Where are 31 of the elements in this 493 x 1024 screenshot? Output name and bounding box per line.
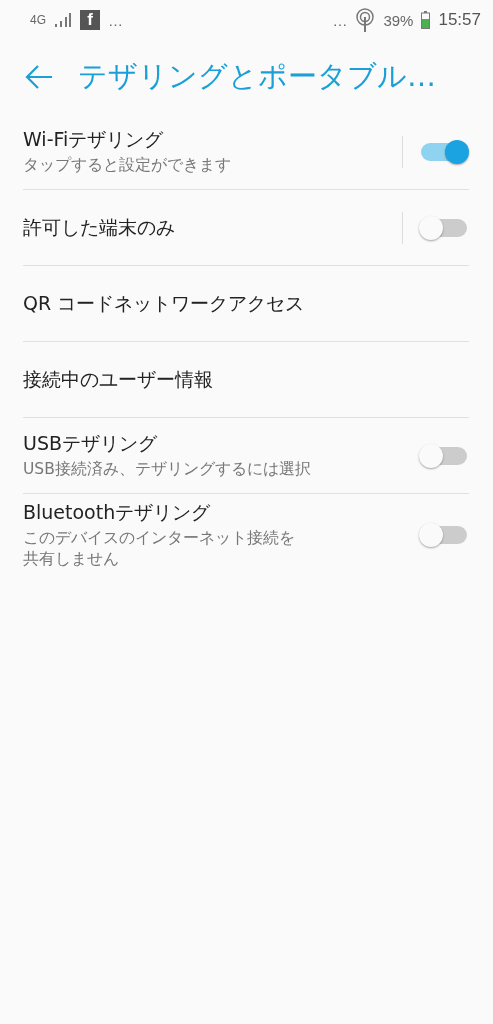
hotspot-icon bbox=[355, 8, 376, 32]
settings-row[interactable]: QR コードネットワークアクセス bbox=[23, 266, 469, 342]
signal-icon bbox=[54, 13, 72, 27]
setting-title: 許可した端末のみ bbox=[23, 214, 176, 240]
setting-title: Bluetoothテザリング bbox=[23, 500, 212, 525]
setting-title: 接続中のユーザー情報 bbox=[23, 366, 214, 392]
screen-title: テザリングとポータブル… bbox=[78, 58, 436, 95]
back-button[interactable] bbox=[24, 64, 54, 90]
settings-row[interactable]: USBテザリング USB接続済み、テザリングするには選択 bbox=[23, 418, 469, 494]
setting-summary: 共有しません bbox=[23, 548, 120, 570]
toggle-switch[interactable] bbox=[419, 522, 469, 547]
network-type: 4G bbox=[30, 13, 46, 27]
settings-row[interactable]: Wi-Fiテザリング タップすると設定ができます bbox=[23, 114, 469, 190]
setting-title: Wi-Fiテザリング bbox=[23, 127, 165, 153]
toggle-switch[interactable] bbox=[419, 443, 469, 468]
settings-row[interactable]: 許可した端末のみ bbox=[23, 190, 469, 266]
more-notifications: … bbox=[332, 11, 348, 29]
clock: 15:57 bbox=[438, 10, 481, 30]
setting-title: QR コードネットワークアクセス bbox=[23, 290, 306, 316]
battery-level: 39% bbox=[383, 11, 414, 29]
setting-title: USBテザリング bbox=[23, 431, 158, 457]
battery-icon bbox=[421, 11, 431, 29]
setting-summary: USB接続済み、テザリングするには選択 bbox=[23, 459, 312, 480]
app-notification-icon: f bbox=[80, 10, 100, 30]
setting-summary: タップすると設定ができます bbox=[23, 155, 232, 176]
toggle-switch[interactable] bbox=[419, 215, 469, 240]
setting-summary: このデバイスのインターネット接続を bbox=[23, 528, 296, 549]
more-notifications: … bbox=[108, 11, 123, 29]
settings-row[interactable]: 接続中のユーザー情報 bbox=[23, 342, 469, 418]
toggle-switch[interactable] bbox=[419, 139, 469, 164]
settings-row[interactable]: Bluetoothテザリング このデバイスのインターネット接続を 共有しません bbox=[23, 494, 469, 576]
